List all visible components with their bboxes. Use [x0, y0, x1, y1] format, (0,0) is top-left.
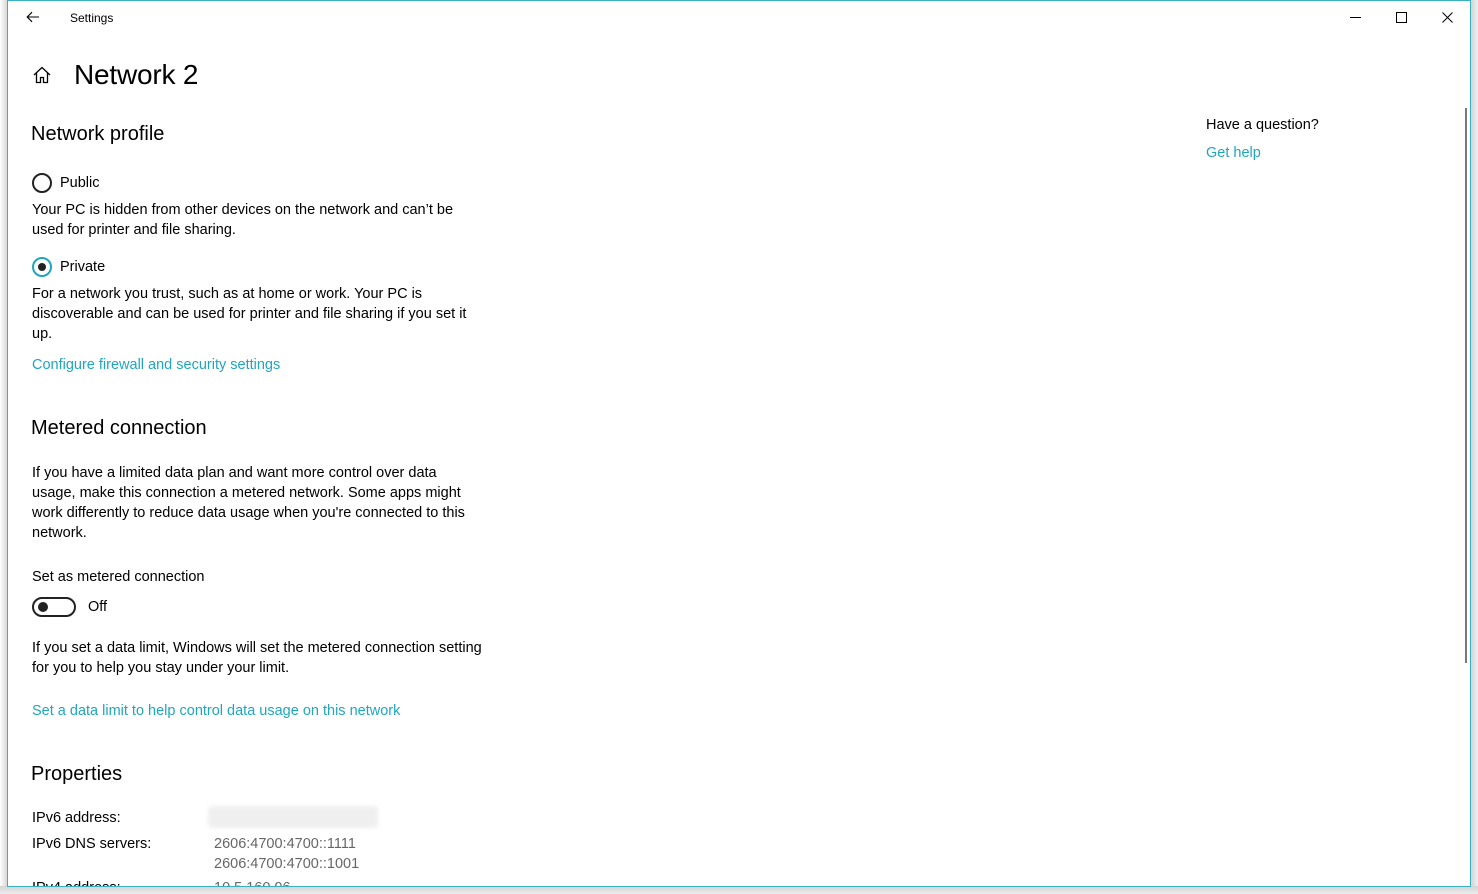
- metered-toggle-label: Set as metered connection: [32, 569, 205, 585]
- app-title: Settings: [70, 11, 114, 25]
- properties-heading: Properties: [31, 763, 123, 785]
- home-icon: [33, 66, 51, 84]
- property-value: 10.5.160.96: [214, 878, 291, 886]
- minimize-icon: [1349, 16, 1361, 18]
- home-button[interactable]: [32, 64, 54, 86]
- toggle-knob: [38, 602, 48, 612]
- configure-firewall-link[interactable]: Configure firewall and security settings: [32, 357, 280, 373]
- maximize-button[interactable]: [1378, 1, 1424, 33]
- radio-private-circle[interactable]: [32, 257, 52, 277]
- get-help-link[interactable]: Get help: [1206, 145, 1261, 161]
- radio-public[interactable]: Public: [32, 172, 100, 194]
- toggle-state-text: Off: [88, 599, 108, 615]
- radio-public-label: Public: [60, 175, 100, 191]
- window-shadow-right: [1471, 0, 1478, 894]
- help-panel: Have a question? Get help: [1206, 117, 1319, 161]
- metered-description: If you have a limited data plan and want…: [32, 465, 465, 541]
- page-title: Network 2: [74, 59, 199, 90]
- maximize-icon: [1395, 11, 1407, 23]
- radio-public-circle[interactable]: [32, 173, 52, 193]
- radio-private-label: Private: [60, 259, 106, 275]
- window-shadow-left: [0, 0, 7, 894]
- close-icon: [1441, 11, 1453, 23]
- vertical-scrollbar[interactable]: [1465, 108, 1467, 663]
- redacted-ipv6-address: [208, 806, 378, 828]
- settings-window: Settings Network 2 Network profile Publi…: [7, 0, 1471, 887]
- data-limit-note: If you set a data limit, Windows will se…: [32, 640, 482, 676]
- title-bar: Settings: [8, 1, 1470, 33]
- back-button[interactable]: [18, 3, 48, 31]
- property-label: IPv4 address:: [32, 878, 121, 886]
- public-description: Your PC is hidden from other devices on …: [32, 202, 454, 238]
- radio-private[interactable]: Private: [32, 256, 105, 278]
- property-label: IPv6 DNS servers:: [32, 836, 152, 852]
- property-value: 2606:4700:4700::1111: [214, 836, 356, 852]
- metered-connection-heading: Metered connection: [31, 417, 207, 439]
- help-title: Have a question?: [1206, 117, 1319, 133]
- close-button[interactable]: [1424, 1, 1470, 33]
- page-header: Network 2: [32, 55, 198, 95]
- metered-toggle-row: Off: [32, 596, 107, 618]
- network-profile-heading: Network profile: [31, 123, 165, 145]
- property-label: IPv6 address:: [32, 810, 121, 826]
- minimize-button[interactable]: [1332, 1, 1378, 33]
- window-shadow-bottom: [0, 886, 1478, 894]
- metered-connection-toggle[interactable]: [32, 597, 76, 617]
- property-value: 2606:4700:4700::1001: [214, 856, 360, 872]
- private-description: For a network you trust, such as at home…: [32, 286, 467, 342]
- back-arrow-icon: [26, 11, 39, 23]
- set-data-limit-link[interactable]: Set a data limit to help control data us…: [32, 703, 400, 719]
